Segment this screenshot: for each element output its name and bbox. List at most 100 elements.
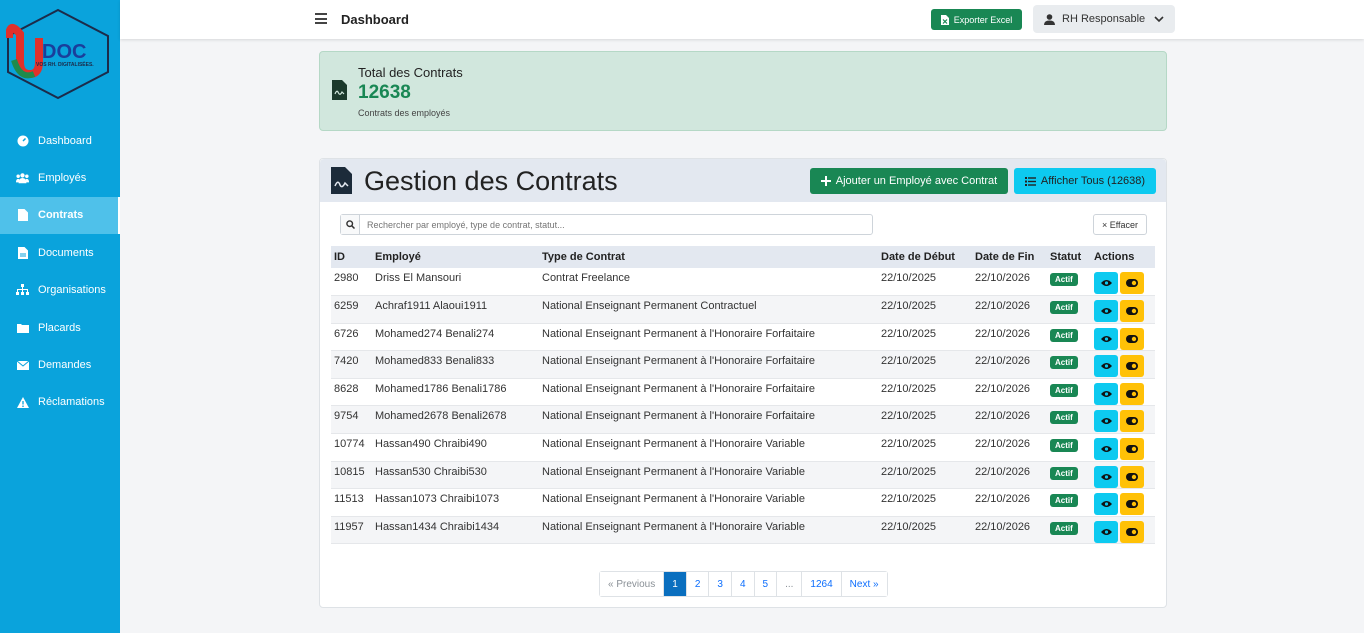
chevron-down-icon	[1154, 15, 1164, 22]
toggle-status-button[interactable]	[1120, 438, 1144, 461]
cell-actions	[1091, 323, 1155, 352]
contracts-panel: Gestion des Contrats Ajouter un Employé …	[319, 158, 1167, 608]
contract-file-icon	[332, 80, 347, 100]
column-header-status[interactable]: Statut	[1047, 246, 1091, 268]
folder-icon	[16, 321, 29, 334]
view-contract-button[interactable]	[1094, 382, 1118, 405]
cell-actions	[1091, 378, 1155, 407]
toggle-status-button[interactable]	[1120, 520, 1144, 543]
status-badge: Actif	[1050, 383, 1078, 397]
pagination-page[interactable]: 4	[731, 572, 755, 596]
view-contract-button[interactable]	[1094, 410, 1118, 433]
toggle-icon	[1126, 445, 1138, 454]
toggle-status-button[interactable]	[1120, 355, 1144, 378]
cell-contract-type: National Enseignant Permanent à l'Honora…	[539, 516, 878, 545]
sidebar-item-documents[interactable]: Documents	[0, 234, 120, 271]
pagination-page[interactable]: 2	[686, 572, 710, 596]
toggle-status-button[interactable]	[1120, 300, 1144, 323]
toggle-icon	[1126, 389, 1138, 398]
cell-start-date: 22/10/2025	[878, 461, 972, 490]
pagination-page[interactable]: 1264	[802, 572, 842, 596]
cell-actions	[1091, 268, 1155, 297]
sidebar-item-demandes[interactable]: Demandes	[0, 346, 120, 383]
user-menu[interactable]: RH Responsable	[1033, 5, 1175, 33]
search-box	[340, 214, 873, 235]
pagination-next[interactable]: Next »	[841, 572, 887, 596]
table-row: 11513 Hassan1073 Chraibi1073 National Ense…	[331, 488, 1155, 517]
column-header-end-date[interactable]: Date de Fin	[972, 246, 1047, 268]
table-row: 8628 Mohamed1786 Benali1786 National Ensei…	[331, 378, 1155, 407]
pagination-page[interactable]: 3	[709, 572, 732, 596]
view-contract-button[interactable]	[1094, 493, 1118, 516]
cell-contract-type: National Enseignant Permanent à l'Honora…	[539, 323, 878, 352]
page-title: Dashboard	[341, 12, 409, 27]
view-contract-button[interactable]	[1094, 300, 1118, 323]
column-header-id[interactable]: ID	[331, 246, 372, 268]
excel-file-icon	[940, 14, 949, 25]
view-contract-button[interactable]	[1094, 438, 1118, 461]
contracts-table-body: 2980 Driss El Mansouri Contrat Freelance 22…	[331, 268, 1155, 545]
cell-start-date: 22/10/2025	[878, 378, 972, 407]
column-header-type[interactable]: Type de Contrat	[539, 246, 878, 268]
table-row: 2980 Driss El Mansouri Contrat Freelance 22…	[331, 268, 1155, 297]
cell-end-date: 22/10/2026	[972, 433, 1047, 462]
status-badge: Actif	[1050, 411, 1078, 425]
toggle-icon	[1126, 472, 1138, 481]
stat-subtitle: Contrats des employés	[358, 108, 451, 118]
toggle-icon	[1126, 334, 1138, 343]
export-excel-button[interactable]: Exporter Excel	[931, 9, 1022, 30]
toggle-status-button[interactable]	[1120, 465, 1144, 488]
show-all-button[interactable]: Afficher Tous (12638)	[1014, 168, 1156, 194]
pagination-previous[interactable]: « Previous	[600, 572, 665, 596]
toggle-icon	[1126, 362, 1138, 371]
clear-search-button[interactable]: × Effacer	[1093, 214, 1147, 235]
toggle-status-button[interactable]	[1120, 410, 1144, 433]
cell-id: 9754	[331, 405, 372, 435]
udoc-logo[interactable]: DOC VOS RH. DIGITALISÉES.	[6, 8, 110, 100]
view-contract-button[interactable]	[1094, 520, 1118, 543]
sidebar-item-contrats[interactable]: Contrats	[0, 196, 120, 235]
cell-contract-type: National Enseignant Permanent à l'Honora…	[539, 350, 878, 379]
cell-end-date: 22/10/2026	[972, 378, 1047, 407]
pagination-page[interactable]: 5	[754, 572, 778, 596]
list-icon	[1024, 176, 1036, 186]
eye-icon	[1100, 363, 1112, 370]
toggle-status-button[interactable]	[1120, 327, 1144, 350]
contracts-panel-header: Gestion des Contrats Ajouter un Employé …	[320, 159, 1166, 202]
cell-end-date: 22/10/2026	[972, 323, 1047, 352]
cell-actions	[1091, 488, 1155, 517]
toggle-status-button[interactable]	[1120, 382, 1144, 405]
view-contract-button[interactable]	[1094, 465, 1118, 488]
plus-icon	[820, 176, 831, 186]
sidebar-nav: Dashboard Employés Contrats Documents Or…	[0, 122, 120, 421]
sidebar-item-label: Réclamations	[38, 396, 105, 409]
table-row: 11957 Hassan1434 Chraibi1434 National Ense…	[331, 516, 1155, 545]
pagination-page[interactable]: 1	[664, 572, 687, 596]
view-contract-button[interactable]	[1094, 355, 1118, 378]
sidebar-item-dashboard[interactable]: Dashboard	[0, 122, 120, 159]
sidebar-item-placards[interactable]: Placards	[0, 309, 120, 346]
add-employee-contract-button[interactable]: Ajouter un Employé avec Contrat	[810, 168, 1008, 194]
menu-icon[interactable]	[315, 13, 327, 24]
toggle-status-button[interactable]	[1120, 493, 1144, 516]
view-contract-button[interactable]	[1094, 272, 1118, 294]
cell-end-date: 22/10/2026	[972, 488, 1047, 517]
status-badge: Actif	[1050, 466, 1078, 480]
sidebar-item-reclamations[interactable]: Réclamations	[0, 384, 120, 421]
cell-end-date: 22/10/2026	[972, 516, 1047, 545]
column-header-employee[interactable]: Employé	[372, 246, 539, 268]
cell-id: 8628	[331, 378, 372, 407]
column-header-start-date[interactable]: Date de Début	[878, 246, 972, 268]
panel-title: Gestion des Contrats	[364, 166, 618, 196]
eye-icon	[1100, 473, 1112, 480]
sidebar-item-organisations[interactable]: Organisations	[0, 272, 120, 309]
toggle-status-button[interactable]	[1120, 272, 1144, 294]
search-input[interactable]	[360, 215, 872, 234]
cell-status: Actif	[1047, 433, 1091, 462]
sidebar-item-label: Documents	[38, 246, 94, 259]
cell-start-date: 22/10/2025	[878, 323, 972, 352]
cell-contract-type: National Enseignant Permanent à l'Honora…	[539, 433, 878, 462]
view-contract-button[interactable]	[1094, 327, 1118, 350]
cell-id: 11957	[331, 516, 372, 545]
sidebar-item-employes[interactable]: Employés	[0, 159, 120, 196]
